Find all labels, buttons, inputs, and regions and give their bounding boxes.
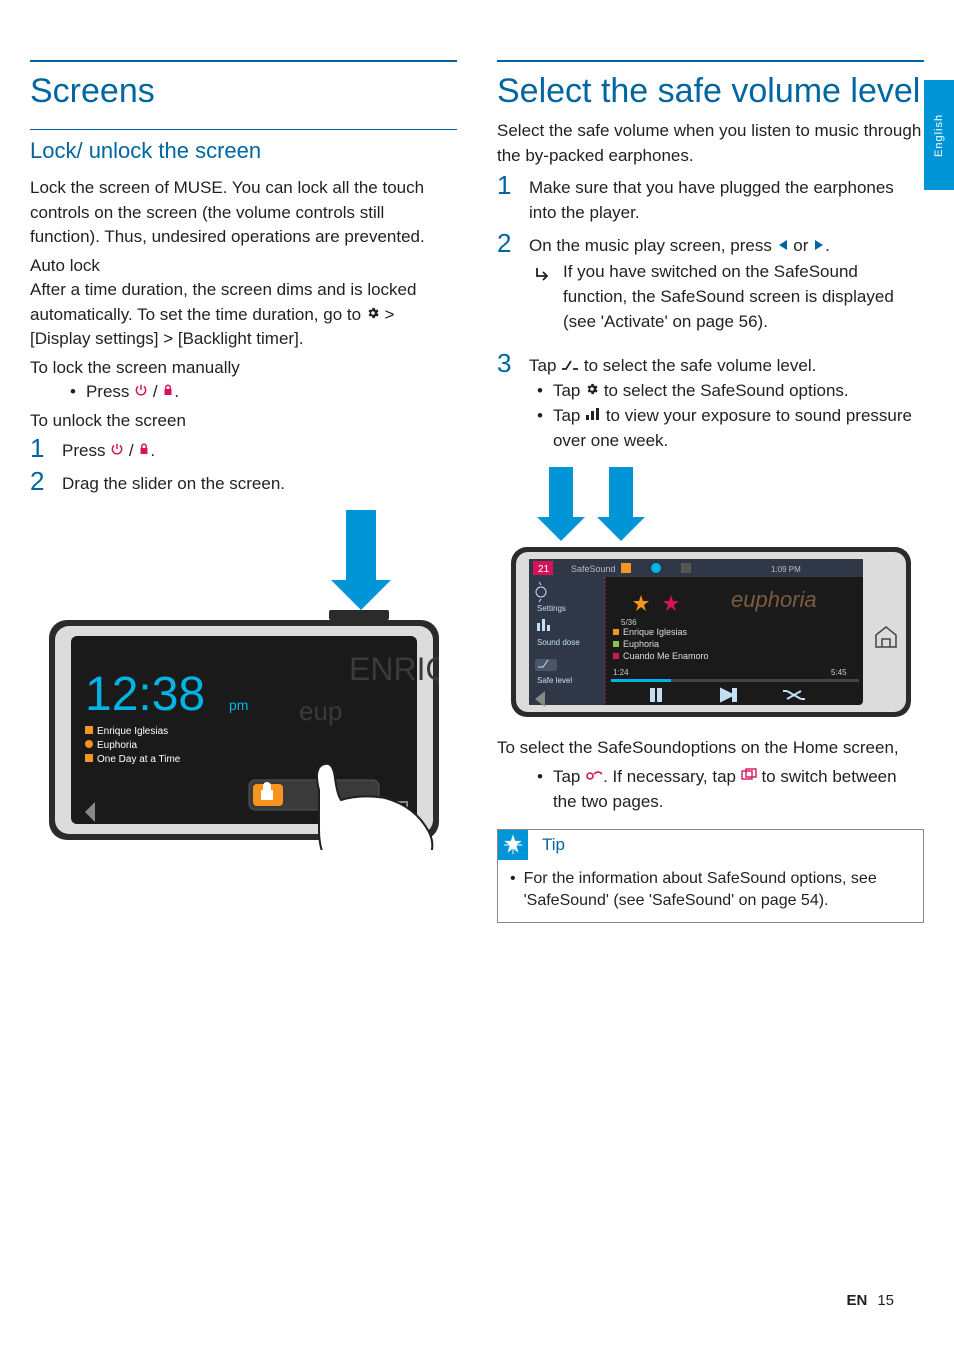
sv-step-3: 3 Tap to select the safe volume level. (497, 350, 924, 379)
heading-screens: Screens (30, 72, 457, 111)
post-bullet: • Tap . If necessary, tap to switch betw… (537, 765, 924, 814)
bars-icon (585, 404, 601, 429)
right-column: Select the safe volume level Select the … (497, 60, 924, 923)
svg-text:Sound dose: Sound dose (537, 638, 580, 647)
svg-text:Settings: Settings (537, 604, 566, 613)
right-arrow-icon (813, 234, 825, 259)
svg-text:ENRIQUE: ENRIQUE (349, 651, 439, 687)
sv-step-1: 1 Make sure that you have plugged the ea… (497, 172, 924, 225)
language-tab: English (924, 80, 954, 190)
safesound-app-icon (585, 765, 603, 790)
heading-safe-volume: Select the safe volume level (497, 72, 924, 111)
unlock-step-2: 2 Drag the slider on the screen. (30, 468, 457, 497)
subhead-lock-manually: To lock the screen manually (30, 358, 457, 378)
svg-text:Cuando Me Enamoro: Cuando Me Enamoro (623, 651, 709, 661)
figure-safesound: 21 SafeSound 1:09 PM Settings Sound dose… (497, 467, 924, 722)
sv-step-3-b1: • Tap to select the SafeSound options. (537, 379, 924, 404)
svg-text:pm: pm (229, 697, 248, 713)
post-heading: To select the SafeSoundoptions on the Ho… (497, 736, 924, 761)
svg-text:Euphoria: Euphoria (97, 740, 137, 751)
svg-text:5:45: 5:45 (831, 668, 847, 677)
svg-text:5/36: 5/36 (621, 618, 637, 627)
figure-lock-screen: ENRIQUE eup 12:38 pm Enrique Iglesias Eu… (30, 510, 457, 855)
result-arrow-icon (535, 264, 551, 289)
svg-text:12:38: 12:38 (85, 668, 205, 721)
lock-icon (138, 439, 150, 464)
page-switch-icon (741, 765, 757, 790)
subhead-autolock: Auto lock (30, 256, 457, 276)
heading-lock-unlock: Lock/ unlock the screen (30, 138, 457, 164)
gear-icon (585, 379, 599, 404)
svg-text:eup: eup (299, 696, 342, 726)
svg-text:SafeSound: SafeSound (571, 564, 616, 574)
left-column: Screens Lock/ unlock the screen Lock the… (30, 60, 457, 923)
tip-star-icon (498, 830, 528, 860)
svg-text:Euphoria: Euphoria (623, 639, 659, 649)
sv-step-3-b2: • Tap to view your exposure to sound pre… (537, 404, 924, 453)
power-icon (110, 439, 124, 464)
sv-step-2-sub: If you have switched on the SafeSound fu… (535, 260, 924, 334)
tip-body: • For the information about SafeSound op… (510, 868, 911, 913)
lock-icon (162, 380, 174, 405)
svg-text:Enrique Iglesias: Enrique Iglesias (97, 726, 168, 737)
tip-box: Tip • For the information about SafeSoun… (497, 829, 924, 924)
sv-step-2: 2 On the music play screen, press or . (497, 230, 924, 259)
lock-step: • Press / . (70, 380, 457, 405)
svg-text:Safe level: Safe level (537, 676, 572, 685)
autolock-text: After a time duration, the screen dims a… (30, 278, 457, 352)
svg-text:euphoria: euphoria (731, 587, 817, 612)
safe-level-icon (561, 355, 579, 380)
page-footer: EN15 (846, 1292, 894, 1309)
svg-text:Enrique Iglesias: Enrique Iglesias (623, 627, 688, 637)
gear-icon (366, 303, 380, 328)
svg-text:1:09 PM: 1:09 PM (771, 565, 801, 574)
unlock-step-1: 1 Press / . (30, 435, 457, 464)
lock-intro: Lock the screen of MUSE. You can lock al… (30, 176, 457, 250)
svg-text:One Day at a Time: One Day at a Time (97, 754, 181, 765)
subhead-unlock: To unlock the screen (30, 411, 457, 431)
safe-volume-intro: Select the safe volume when you listen t… (497, 119, 924, 168)
tip-label: Tip (536, 831, 571, 859)
left-arrow-icon (777, 234, 789, 259)
svg-text:1:24: 1:24 (613, 668, 629, 677)
svg-text:21: 21 (538, 564, 550, 575)
power-icon (134, 380, 148, 405)
